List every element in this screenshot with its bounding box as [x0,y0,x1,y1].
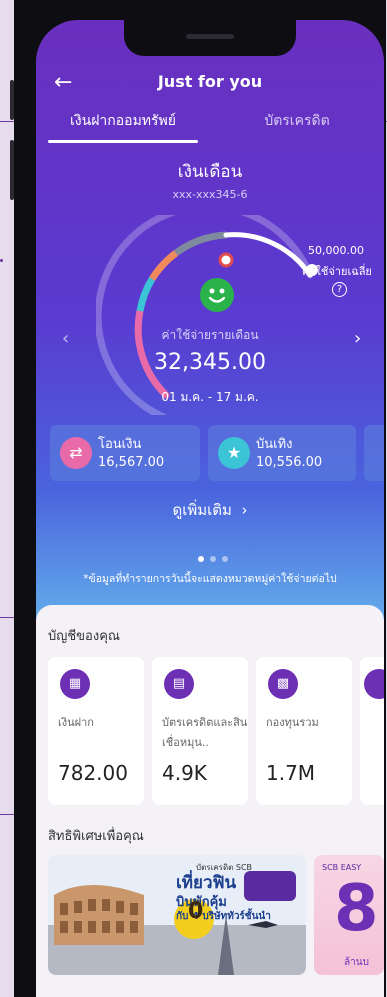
side-button [10,80,14,120]
average-label: ค่าใช้จ่ายเฉลี่ย [302,265,372,278]
monthly-expense-label: ค่าใช้จ่ายรายเดือน [161,328,259,342]
category-name: บันเทิง [256,437,293,452]
category-card-entertainment[interactable]: ★ บันเทิง 10,556.00 [208,425,356,481]
active-tab-indicator [48,140,198,143]
promo2-big: 8 [334,872,379,946]
shuffle-icon: ⇄ [60,437,92,469]
category-card-partial[interactable] [364,425,384,481]
account-icon [364,669,384,699]
credit-card-icon: ▤ [164,669,194,699]
promo2-small: ล้านบ [344,957,369,968]
account-card-partial[interactable] [360,657,384,805]
category-value: 16,567.00 [98,455,165,470]
tab-credit-card[interactable]: บัตรเครดิต [222,110,372,144]
account-card-value: 4.9K [162,761,207,785]
account-card-fund[interactable]: ▩ กองทุนรวม 1.7M [256,657,352,805]
deposit-icon: ▦ [60,669,90,699]
account-card-deposit[interactable]: ▦ เงินฝาก 782.00 [48,657,144,805]
app-header: ← Just for you [36,68,384,108]
account-card-credit[interactable]: ▤ บัตรเครดิตและสินเชื่อหมุน.. 4.9K [152,657,248,805]
monthly-expense-amount: 32,345.00 [154,350,266,375]
date-range: 01 ม.ค. - 17 ม.ค. [161,390,259,404]
carousel-dot[interactable] [210,556,216,562]
notch [124,20,296,56]
phone-frame: ← Just for you เงินฝากออมทรัพย์ บัตรเครด… [10,0,386,997]
tab-savings[interactable]: เงินฝากออมทรัพย์ [48,110,198,144]
account-card-name: บัตรเครดิตและสินเชื่อหมุน.. [162,716,248,749]
smile-face-icon [200,278,234,312]
account-card-value: 1.7M [266,761,316,785]
info-icon[interactable]: ? [332,282,347,297]
promo-banner-scb-easy[interactable]: SCB EASY 8 ล้านบ [314,855,384,975]
category-value: 10,556.00 [256,455,323,470]
promo-carousel-dots [192,990,228,997]
privileges-section-title: สิทธิพิเศษเพื่อคุณ [48,829,144,844]
account-number: xxx-xxx345-6 [172,188,248,201]
account-card-name: เงินฝาก [58,716,94,729]
popcorn-icon: ★ [218,437,250,469]
average-amount: 50,000.00 [308,244,364,257]
account-card-value: 782.00 [58,761,128,785]
spending-gauge [96,215,318,415]
category-card-transfer[interactable]: ⇄ โอนเงิน 16,567.00 [50,425,200,481]
carousel-dots [198,547,234,566]
account-card-name: กองทุนรวม [266,716,319,729]
callout-dot [0,259,3,262]
see-more-link[interactable]: ดูเพิ่มเติม › [36,498,384,522]
promo-banner-tour[interactable]: บัตรเครดิต SCB เที่ยวฟิน บินพักคุ้ม กับ … [48,855,306,975]
accounts-section-title: บัญชีของคุณ [48,629,120,644]
bottom-sheet: บัญชีของคุณ ▦ เงินฝาก 782.00 ▤ บัตรเครดิ… [36,605,384,997]
carousel-dot[interactable] [198,556,204,562]
page-title: Just for you [157,72,263,91]
fund-icon: ▩ [268,669,298,699]
tab-bar: เงินฝากออมทรัพย์ บัตรเครดิต [36,110,384,144]
chevron-right-icon: › [236,501,248,519]
promo2-tag: SCB EASY [322,863,362,872]
category-name: โอนเงิน [98,437,142,452]
disclaimer-text: *ข้อมูลที่ทำรายการวันนี้จะแสดงหมวดหมู่ค่… [83,573,337,585]
promo-badge: 0 [188,899,204,924]
account-name: เงินเดือน [177,162,243,182]
side-button [10,140,14,200]
app-screen: ← Just for you เงินฝากออมทรัพย์ บัตรเครด… [36,20,384,997]
see-more-label: ดูเพิ่มเติม [172,501,232,519]
carousel-dot[interactable] [222,556,228,562]
